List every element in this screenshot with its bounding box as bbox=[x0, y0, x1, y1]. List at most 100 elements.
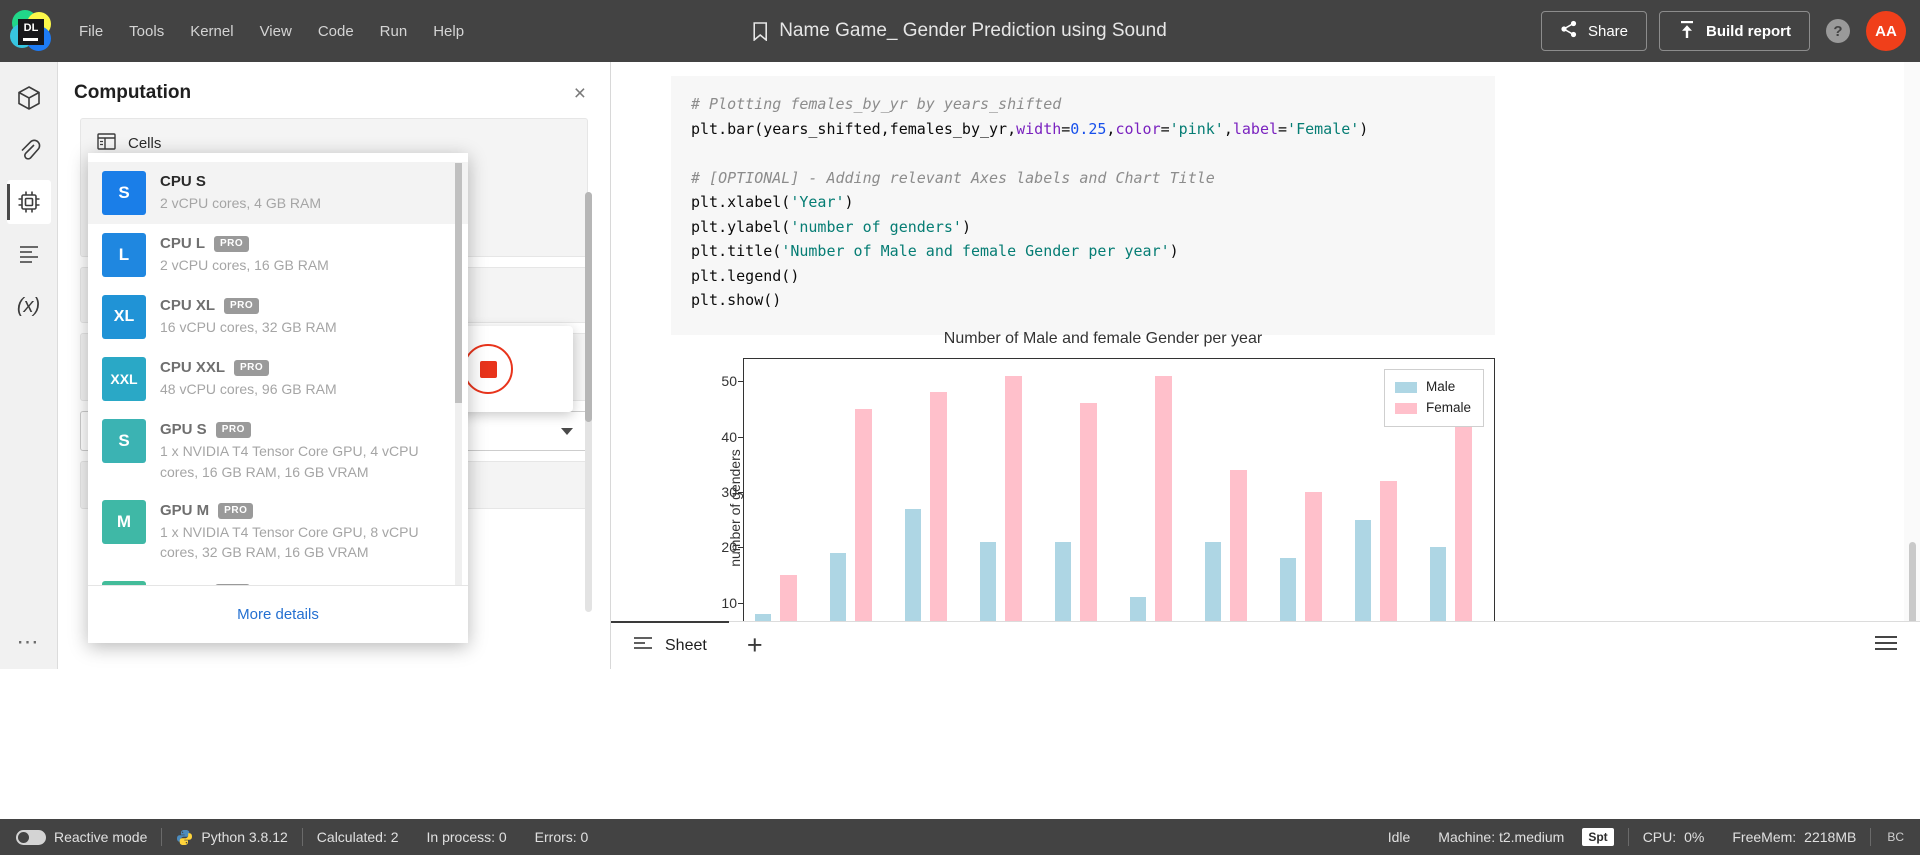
share-icon bbox=[1560, 20, 1578, 42]
sidebar-item-package[interactable] bbox=[7, 76, 51, 120]
kernel-state: Idle bbox=[1387, 829, 1411, 845]
code-line: plt.legend() bbox=[691, 266, 800, 285]
chart-y-tick-label: 40 bbox=[721, 428, 737, 445]
document-title-area: Name Game_ Gender Prediction using Sound bbox=[753, 20, 1167, 42]
machine-label: Machine: t2.medium bbox=[1438, 829, 1565, 845]
machine-size-badge: XXL bbox=[102, 357, 146, 401]
stop-kernel-button[interactable] bbox=[463, 344, 513, 394]
cells-icon bbox=[97, 133, 116, 154]
avatar[interactable]: AA bbox=[1866, 11, 1906, 51]
bar-chart: number of genders 01020304050 Male Femal… bbox=[671, 358, 1495, 666]
bar-female bbox=[1005, 375, 1022, 658]
machine-option-name: CPU S bbox=[160, 173, 206, 190]
pro-badge: PRO bbox=[218, 503, 254, 519]
menu-item-help[interactable]: Help bbox=[420, 17, 477, 46]
legend-item-male: Male bbox=[1394, 377, 1471, 398]
code-line: plt.show() bbox=[691, 291, 782, 309]
machine-option[interactable]: S CPU S 2 vCPU cores, 4 GB RAM bbox=[88, 162, 468, 224]
machine-option-name: GPU S PRO bbox=[160, 420, 450, 440]
tab-sheet[interactable]: Sheet bbox=[611, 621, 729, 669]
computation-panel-header: Computation × bbox=[58, 62, 610, 118]
chart-title: Number of Male and female Gender per yea… bbox=[943, 330, 1263, 347]
panel-scrollbar[interactable] bbox=[585, 192, 592, 612]
chevron-down-icon bbox=[561, 427, 573, 435]
machine-option[interactable]: M GPU M PRO 1 x NVIDIA T4 Tensor Core GPU, … bbox=[88, 491, 468, 572]
chart-bars bbox=[744, 359, 1494, 658]
machine-option[interactable]: XL CPU XL PRO 16 vCPU cores, 32 GB RAM bbox=[88, 286, 468, 348]
sheet-tab-bar: Sheet + bbox=[611, 621, 1920, 669]
code-cell[interactable]: # Plotting females_by_yr by years_shifte… bbox=[671, 76, 1495, 335]
machine-size-badge: M bbox=[102, 499, 146, 544]
bookmark-icon[interactable] bbox=[753, 21, 767, 41]
dropdown-footer: More details bbox=[88, 585, 468, 643]
sidebar-more-icon[interactable]: ⋯ bbox=[17, 629, 41, 655]
machine-type-dropdown: S CPU S 2 vCPU cores, 4 GB RAM L CPU L PRO 2 v… bbox=[88, 153, 468, 643]
pro-badge: PRO bbox=[224, 298, 260, 314]
bar-female bbox=[930, 392, 947, 658]
chart-y-tick-label: 20 bbox=[721, 539, 737, 556]
menu-item-file[interactable]: File bbox=[66, 17, 116, 46]
machine-option[interactable]: L GPU LPRO bbox=[88, 572, 468, 585]
status-bar: Reactive mode Python 3.8.12 Calculated: … bbox=[0, 819, 1920, 855]
chart-y-tick-label: 50 bbox=[721, 373, 737, 390]
cells-label: Cells bbox=[128, 135, 162, 152]
freemem-value: 2218MB bbox=[1804, 829, 1857, 845]
legend-swatch-female bbox=[1394, 402, 1417, 414]
machine-option-name: GPU LPRO bbox=[160, 582, 251, 585]
reactive-mode-label: Reactive mode bbox=[54, 829, 148, 845]
machine-option-desc: 2 vCPU cores, 16 GB RAM bbox=[160, 257, 329, 274]
machine-option-text: GPU LPRO bbox=[160, 581, 251, 585]
reactive-mode-toggle-group[interactable]: Reactive mode bbox=[16, 829, 161, 845]
pro-badge: PRO bbox=[234, 360, 270, 376]
machine-option-name: CPU L PRO bbox=[160, 234, 329, 254]
machine-option-desc: 48 vCPU cores, 96 GB RAM bbox=[160, 381, 337, 398]
pro-badge: PRO bbox=[214, 236, 250, 252]
pro-badge: PRO bbox=[215, 422, 251, 438]
document-title[interactable]: Name Game_ Gender Prediction using Sound bbox=[779, 20, 1167, 42]
machine-option-desc: 1 x NVIDIA T4 Tensor Core GPU, 4 vCPU co… bbox=[160, 443, 419, 480]
reactive-mode-toggle[interactable] bbox=[16, 829, 46, 845]
menu-item-view[interactable]: View bbox=[247, 17, 305, 46]
machine-size-badge: L bbox=[102, 233, 146, 277]
sheet-menu-icon[interactable] bbox=[1874, 635, 1920, 656]
machine-type-list: S CPU S 2 vCPU cores, 4 GB RAM L CPU L PRO 2 v… bbox=[88, 153, 468, 585]
sidebar-item-attachments[interactable] bbox=[7, 128, 51, 172]
machine-size-badge: L bbox=[102, 580, 146, 585]
more-details-link[interactable]: More details bbox=[237, 606, 319, 623]
menu-item-kernel[interactable]: Kernel bbox=[177, 17, 246, 46]
share-button-label: Share bbox=[1587, 22, 1628, 40]
menu-item-tools[interactable]: Tools bbox=[116, 17, 177, 46]
menu-item-code[interactable]: Code bbox=[305, 17, 367, 46]
legend-item-female: Female bbox=[1394, 398, 1471, 419]
add-sheet-button[interactable]: + bbox=[729, 632, 781, 659]
machine-option-name: CPU XXL PRO bbox=[160, 358, 337, 378]
code-line: plt.bar(years_shifted,females_by_yr,widt… bbox=[691, 119, 1369, 138]
cpu-usage: CPU: 0% bbox=[1629, 829, 1719, 845]
in-process-count: In process: 0 bbox=[426, 829, 507, 845]
cpu-value: 0% bbox=[1684, 829, 1705, 845]
sidebar-item-variables[interactable]: (x) bbox=[7, 284, 51, 328]
sidebar-item-computation[interactable] bbox=[6, 180, 51, 224]
build-report-button[interactable]: Build report bbox=[1659, 11, 1810, 51]
machine-option[interactable]: XXL CPU XXL PRO 48 vCPU cores, 96 GB RAM bbox=[88, 348, 468, 410]
share-button[interactable]: Share bbox=[1540, 11, 1647, 51]
chart-y-tick-label: 10 bbox=[721, 594, 737, 611]
machine-option-name: GPU M PRO bbox=[160, 501, 450, 521]
sidebar-item-outline[interactable] bbox=[7, 232, 51, 276]
machine-option-name: CPU XL PRO bbox=[160, 296, 337, 316]
errors-count: Errors: 0 bbox=[534, 829, 589, 845]
help-icon[interactable]: ? bbox=[1826, 19, 1850, 43]
machine-option-text: CPU XXL PRO 48 vCPU cores, 96 GB RAM bbox=[160, 357, 337, 400]
machine-info[interactable]: Machine: t2.medium Spt bbox=[1424, 828, 1627, 846]
code-line: # [OPTIONAL] - Adding relevant Axes labe… bbox=[691, 168, 1215, 187]
notebook-scrollbar[interactable] bbox=[1904, 62, 1920, 669]
machine-option-desc: 16 vCPU cores, 32 GB RAM bbox=[160, 319, 337, 336]
close-icon[interactable]: × bbox=[574, 83, 586, 104]
menu-item-run[interactable]: Run bbox=[367, 17, 421, 46]
cells-row[interactable]: Cells bbox=[97, 133, 571, 154]
dropdown-scrollbar[interactable] bbox=[455, 163, 462, 585]
machine-option[interactable]: L CPU L PRO 2 vCPU cores, 16 GB RAM bbox=[88, 224, 468, 286]
python-version-item[interactable]: Python 3.8.12 bbox=[162, 829, 301, 846]
machine-option[interactable]: S GPU S PRO 1 x NVIDIA T4 Tensor Core GPU, … bbox=[88, 410, 468, 491]
upload-icon bbox=[1678, 20, 1696, 43]
